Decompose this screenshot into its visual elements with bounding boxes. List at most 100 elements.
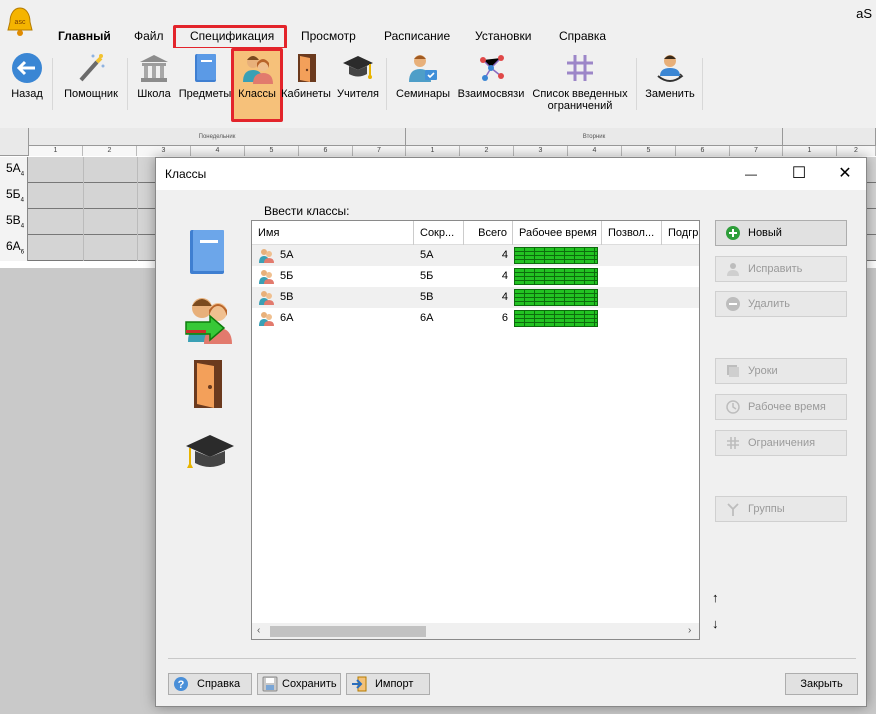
toolbar-separator [127,58,128,110]
class-row-icon [259,249,274,263]
groups-button[interactable]: Группы [715,496,847,522]
grid-period: 3 [137,146,191,156]
import-button[interactable]: Импорт [346,673,430,695]
grid-period: 1 [783,146,837,156]
save-button[interactable]: Сохранить [257,673,341,695]
delete-class-button[interactable]: Удалить [715,291,847,317]
constraints-label-2: ограничений [547,100,613,112]
scroll-left-icon[interactable]: ‹ [257,625,260,636]
grid-period: 7 [353,146,406,156]
rooms-button[interactable]: Кабинеты [280,52,332,100]
grid-day-header: Вторник [406,128,783,146]
constraints-list-button[interactable]: Список введенных ограничений [528,52,632,112]
school-button[interactable]: Школа [134,52,174,100]
relations-button[interactable]: Взаимосвязи [455,52,527,100]
ribbon-toolbar: Назад Помощник Школа Предметы Классы Каб… [0,48,876,128]
move-down-icon[interactable]: ↓ [712,616,719,631]
move-up-icon[interactable]: ↑ [712,590,719,605]
scroll-right-icon[interactable]: › [688,625,691,636]
cell-short: 5А [420,249,434,261]
grid-period: 1 [406,146,460,156]
grid-period: 5 [245,146,299,156]
maximize-button[interactable]: ☐ [776,158,822,190]
cell-short: 5Б [420,270,434,282]
teachers-button[interactable]: Учителя [334,52,382,100]
grid-period: 3 [514,146,568,156]
close-window-button[interactable]: ✕ [822,158,868,190]
subjects-button[interactable]: Предметы [177,52,233,100]
col-worktime[interactable]: Рабочее время [513,221,602,245]
constraints-button[interactable]: Ограничения [715,430,847,456]
close-button[interactable]: Закрыть [785,673,858,695]
col-name[interactable]: Имя [252,221,414,245]
table-row[interactable]: 6А 6А 6 [252,308,699,329]
network-nodes-icon [480,55,504,81]
class-row-icon [259,291,274,305]
grid-day-header: Понедельник [29,128,406,146]
edit-class-button[interactable]: Исправить [715,256,847,282]
table-row[interactable]: 5А 5А 4 [252,245,699,266]
toolbar-separator [52,58,53,110]
menu-schedule[interactable]: Расписание [384,26,450,46]
split-icon [727,503,739,516]
col-short[interactable]: Сокр... [414,221,464,245]
constraints-label-1: Список введенных [532,88,628,100]
teachers-label: Учителя [337,88,379,100]
back-button[interactable]: Назад [6,52,48,100]
lessons-button[interactable]: Уроки [715,358,847,384]
classes-dialog: Классы — ☐ ✕ Ввести классы: Имя Сокр... … [155,157,867,707]
wizard-label: Помощник [64,88,118,100]
book-icon [190,230,224,274]
worktime-grid [514,247,598,264]
col-allowed[interactable]: Позвол... [602,221,662,245]
grid-period: 2 [83,146,137,156]
table-row[interactable]: 5В 5В 4 [252,287,699,308]
minimize-button[interactable]: — [728,158,774,190]
edit-person-icon [727,263,739,276]
enter-classes-label: Ввести классы: [264,204,350,218]
svg-text:asc: asc [15,19,26,26]
menu-help[interactable]: Справка [559,26,606,46]
new-class-button[interactable]: Новый [715,220,847,246]
grid-period: 7 [730,146,783,156]
horizontal-scrollbar[interactable]: ‹ › [252,623,699,639]
menu-file[interactable]: Файл [134,26,164,46]
seminars-button[interactable]: Семинары [392,52,454,100]
plus-circle-icon [726,226,740,240]
cell-total: 4 [501,291,508,303]
col-groups[interactable]: Подгр [662,221,699,245]
menu-view[interactable]: Просмотр [301,26,356,46]
class-row-icon [259,270,274,284]
cell-name: 5А [280,249,294,261]
menu-home[interactable]: Главный [58,26,111,46]
worktime-grid [514,268,598,285]
clock-icon [726,400,740,414]
back-label: Назад [11,88,43,100]
col-total[interactable]: Всего [464,221,513,245]
grid-row-label: 6А6 [0,235,28,261]
dialog-titlebar[interactable]: Классы — ☐ ✕ [156,158,866,190]
seminars-label: Семинары [396,88,450,100]
table-row[interactable]: 5Б 5Б 4 [252,266,699,287]
book-icon [195,54,216,82]
grid-period: 4 [568,146,622,156]
menu-settings[interactable]: Установки [475,26,531,46]
back-arrow-icon [12,53,42,83]
app-title: aS [856,6,872,21]
class-row-icon [259,312,274,326]
wizard-button[interactable]: Помощник [58,52,124,100]
scroll-thumb[interactable] [270,626,426,637]
import-button-label: Импорт [375,678,414,690]
table-header: Имя Сокр... Всего Рабочее время Позвол..… [252,221,699,245]
replace-button[interactable]: Заменить [642,52,698,100]
cell-short: 6А [420,312,434,324]
grid-row-label: 5Б4 [0,183,28,209]
classes-button[interactable]: Классы [234,52,280,100]
cell-total: 6 [501,312,508,324]
help-button[interactable]: ? Справка [168,673,252,695]
graduation-cap-icon [343,56,373,79]
worktime-button[interactable]: Рабочее время [715,394,847,420]
hash-grid-icon [727,437,739,449]
graduation-cap-icon [186,435,234,468]
svg-text:?: ? [178,679,185,691]
